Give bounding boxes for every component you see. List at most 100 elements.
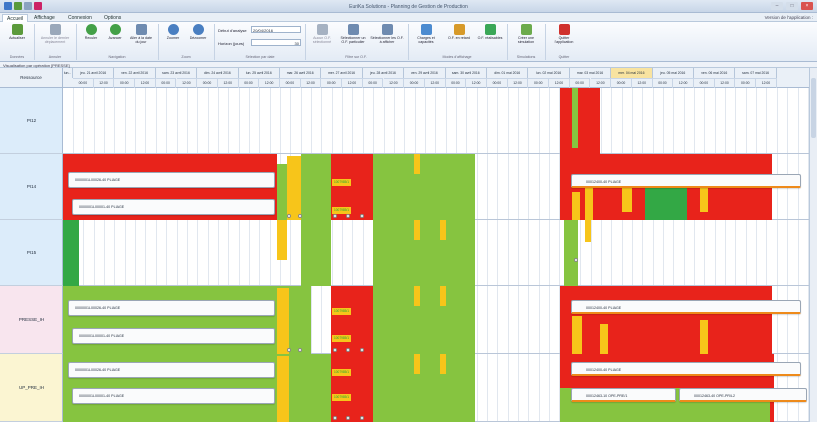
handle-icon[interactable] [333, 416, 337, 420]
resource-row-pi14[interactable]: PI14 [0, 154, 63, 220]
handle-icon[interactable] [287, 214, 291, 218]
of-bar[interactable]: 0000001L00001-40 PLIAGE [72, 328, 275, 344]
quit-button[interactable]: Quitter l'application [549, 24, 579, 44]
minimize-button[interactable]: – [771, 2, 783, 10]
of-bar[interactable]: 00012400-40 PLIAGE [571, 300, 801, 314]
tab-connexion[interactable]: Connexion [64, 14, 96, 22]
forward-button[interactable]: Avancer [104, 24, 126, 40]
handle-icon[interactable] [360, 214, 364, 218]
resource-row-pi15[interactable]: PI15 [0, 220, 63, 286]
of-bar[interactable]: 00012400-40 PLIAGE [571, 362, 801, 376]
occupancy-block[interactable] [585, 220, 591, 242]
handle-icon[interactable] [333, 214, 337, 218]
gantt-grid[interactable]: PI12 PI14 PI15 PRESSE_IH UP_PRE_IH 0000001L0… [0, 88, 809, 422]
occupancy-block[interactable] [277, 356, 289, 422]
occupancy-block[interactable] [414, 220, 420, 240]
maximize-button[interactable]: □ [786, 2, 798, 10]
of-bar[interactable]: 0000001L00026-40 PLIAGE [68, 300, 275, 316]
occupancy-block[interactable] [440, 220, 446, 240]
occupancy-block[interactable] [414, 286, 420, 306]
occupancy-block[interactable] [645, 324, 687, 354]
occupancy-block[interactable] [373, 286, 475, 354]
back-button[interactable]: Reculer [80, 24, 102, 40]
occupancy-block[interactable] [373, 220, 475, 286]
of-bar[interactable]: 0000001L00001-40 PLIAGE [72, 388, 275, 404]
refresh-button[interactable]: Actualiser [4, 24, 30, 40]
feasible-of-button[interactable]: O.F. réalisables [477, 24, 503, 40]
occupancy-block[interactable] [331, 286, 373, 354]
of-tag[interactable]: 1007985/1 [332, 394, 352, 401]
of-none-button[interactable]: Aucun O.F. sélectionné [308, 24, 336, 44]
tab-options[interactable]: Options [100, 14, 125, 22]
create-simulation-button[interactable]: Créer une simulation [511, 24, 541, 44]
today-button[interactable]: Aller à la date du jour [128, 24, 154, 44]
of-tag[interactable]: 1007985/1 [332, 179, 352, 186]
occupancy-block[interactable] [277, 220, 287, 260]
of-tag[interactable]: 1007985/1 [332, 308, 352, 315]
occupancy-block[interactable] [277, 164, 287, 220]
occupancy-block[interactable] [301, 354, 331, 422]
occupancy-block[interactable] [414, 154, 420, 174]
occupancy-block[interactable] [287, 156, 301, 220]
occupancy-block[interactable] [414, 354, 420, 374]
tab-affichage[interactable]: Affichage [30, 14, 59, 22]
resource-row-up_pre_ih[interactable]: UP_PRE_IH [0, 354, 63, 422]
occupancy-block[interactable] [572, 192, 580, 220]
handle-icon[interactable] [360, 348, 364, 352]
occupancy-block[interactable] [572, 88, 578, 148]
occupancy-block[interactable] [440, 354, 446, 374]
handle-icon[interactable] [287, 348, 291, 352]
horizon-input[interactable]: 30 [251, 39, 301, 46]
close-button[interactable]: × [801, 2, 813, 10]
zoom-out-button[interactable]: Dézoomer [186, 24, 210, 40]
handle-icon[interactable] [346, 214, 350, 218]
handle-icon[interactable] [360, 416, 364, 420]
charge-button[interactable]: Charges et capacités [411, 24, 441, 44]
tab-accueil[interactable]: Accueil [2, 14, 29, 22]
occupancy-block[interactable] [700, 320, 708, 354]
occupancy-block[interactable] [572, 316, 582, 354]
resource-row-pi12[interactable]: PI12 [0, 88, 63, 154]
occupancy-block[interactable] [564, 220, 578, 286]
handle-icon[interactable] [298, 348, 302, 352]
of-bar[interactable]: 00012400-40 PLIAGE [571, 174, 801, 188]
of-tag[interactable]: 1007985/1 [332, 369, 352, 376]
resource-label: PI12 [26, 117, 37, 123]
occupancy-block[interactable] [373, 154, 435, 220]
zoom-in-button[interactable]: Zoomer [162, 24, 184, 40]
occupancy-block[interactable] [277, 288, 289, 354]
of-tag[interactable]: 1007985/1 [332, 207, 352, 214]
occupancy-block[interactable] [585, 184, 593, 220]
occupancy-block[interactable] [63, 220, 79, 286]
vertical-scrollbar[interactable] [809, 68, 817, 422]
late-of-button[interactable]: O.F. en retard [443, 24, 475, 40]
occupancy-block[interactable] [600, 324, 608, 354]
resource-row-presse_ih[interactable]: PRESSE_IH [0, 286, 63, 354]
scroll-thumb[interactable] [811, 78, 816, 138]
handle-icon[interactable] [346, 348, 350, 352]
of-filter-button[interactable]: Sélectionner les O.F. à afficher [370, 24, 404, 44]
of-bar[interactable]: 0000001L00026-40 PLIAGE [68, 172, 275, 188]
occupancy-block[interactable] [301, 154, 331, 220]
occupancy-block[interactable] [440, 286, 446, 306]
day-header: jeu. 05 mai 2016 [653, 68, 694, 78]
handle-icon[interactable] [346, 416, 350, 420]
undo-move-button[interactable]: Annuler le dernier déplacement [37, 24, 73, 44]
occupancy-block[interactable] [622, 184, 632, 212]
of-bar[interactable]: 0000001L00026-40 PLIAGE [68, 362, 275, 378]
date-input[interactable]: 20/04/2016 [251, 26, 301, 33]
occupancy-block[interactable] [331, 354, 373, 422]
of-bar[interactable]: 00012463-40 OPE-PR/L2 [679, 388, 807, 402]
occupancy-block[interactable] [435, 154, 475, 220]
occupancy-block[interactable] [645, 184, 687, 220]
handle-icon[interactable] [333, 348, 337, 352]
occupancy-block[interactable] [373, 354, 475, 422]
handle-icon[interactable] [298, 214, 302, 218]
occupancy-block[interactable] [301, 220, 331, 286]
of-bar[interactable]: 00012463-10 OPE-PRE/1 [571, 388, 676, 402]
occupancy-block[interactable] [560, 88, 600, 154]
of-bar[interactable]: 0000001L00001-40 PLIAGE [72, 199, 275, 215]
of-tag[interactable]: 1007985/1 [332, 335, 352, 342]
of-select-button[interactable]: Sélectionner un O.F. particulier [338, 24, 368, 44]
handle-icon[interactable] [574, 258, 578, 262]
